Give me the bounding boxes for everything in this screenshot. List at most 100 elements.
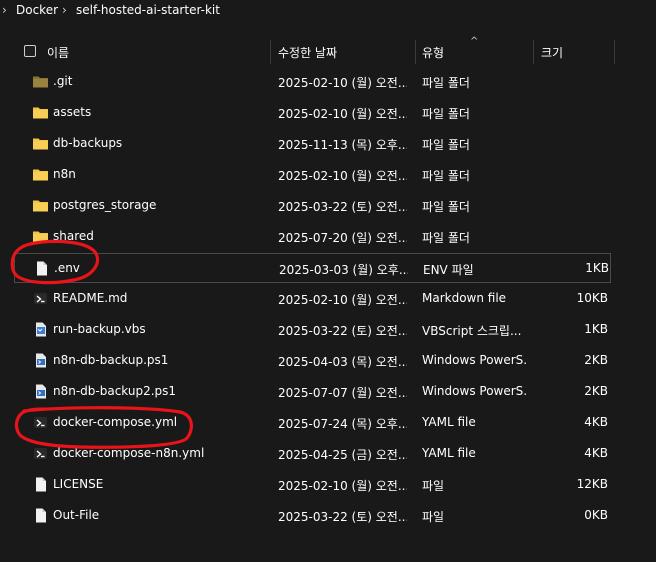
file-size: 0KB (584, 508, 608, 522)
file-name: README.md (53, 291, 128, 305)
file-date: 2025-02-10 (월) 오전... (278, 107, 407, 121)
file-type: YAML file (422, 415, 476, 429)
file-type: 파일 폴더 (422, 169, 470, 183)
file-size: 1KB (585, 261, 609, 275)
file-row[interactable]: run-backup.vbs 2025-03-22 (토) 오전... VBScri… (14, 315, 611, 345)
column-header-date[interactable]: 수정한 날짜 (278, 44, 337, 61)
file-row[interactable]: n8n 2025-02-10 (월) 오전... 파일 폴더 (14, 160, 611, 190)
file-row[interactable]: shared 2025-07-20 (일) 오전... 파일 폴더 (14, 222, 611, 252)
file-name: n8n (53, 167, 76, 181)
file-type: YAML file (422, 446, 476, 460)
file-type: 파일 폴더 (422, 200, 470, 214)
column-header: 이름 수정한 날짜 유형 ^ 크기 (0, 36, 656, 66)
folder-icon (32, 198, 49, 213)
file-type: Windows PowerS... (422, 353, 526, 367)
column-divider[interactable] (533, 40, 534, 64)
column-header-name[interactable]: 이름 (47, 44, 69, 61)
file-row[interactable]: postgres_storage 2025-03-22 (토) 오전... 파일 폴… (14, 191, 611, 221)
folder-icon (32, 229, 49, 244)
vbscript-file-icon (32, 322, 49, 337)
file-size: 2KB (584, 384, 608, 398)
file-row[interactable]: docker-compose.yml 2025-07-24 (목) 오후... YA… (14, 408, 611, 438)
folder-icon (32, 136, 49, 151)
markdown-file-icon (32, 291, 49, 306)
chevron-right-icon[interactable]: › (2, 3, 7, 17)
file-name: shared (53, 229, 94, 243)
file-date: 2025-07-07 (월) 오전... (278, 386, 407, 400)
file-date: 2025-04-03 (목) 오전... (278, 355, 407, 369)
file-name: .git (53, 74, 73, 88)
folder-dim-icon (32, 74, 49, 89)
file-type: VBScript 스크립... (422, 324, 522, 338)
file-row[interactable]: assets 2025-02-10 (월) 오전... 파일 폴더 (14, 98, 611, 128)
file-name: n8n-db-backup2.ps1 (53, 384, 177, 398)
file-row[interactable]: Out-File 2025-03-22 (토) 오전... 파일 0KB (14, 501, 611, 531)
folder-icon (32, 105, 49, 120)
sort-ascending-icon: ^ (470, 36, 479, 47)
file-date: 2025-02-10 (월) 오전... (278, 479, 407, 493)
yaml-file-icon (32, 415, 49, 430)
file-name: LICENSE (53, 477, 104, 491)
file-name: n8n-db-backup.ps1 (53, 353, 169, 367)
breadcrumb-item-docker[interactable]: Docker (16, 3, 58, 17)
column-header-size[interactable]: 크기 (541, 44, 563, 61)
file-row[interactable]: docker-compose-n8n.yml 2025-04-25 (금) 오전.… (14, 439, 611, 469)
file-date: 2025-03-22 (토) 오전... (278, 324, 407, 338)
file-type: 파일 (422, 479, 445, 493)
file-name: docker-compose.yml (53, 415, 178, 429)
file-date: 2025-07-24 (목) 오후... (278, 417, 407, 431)
file-name: Out-File (53, 508, 100, 522)
file-type: 파일 폴더 (422, 107, 470, 121)
file-icon (32, 508, 49, 523)
folder-icon (32, 167, 49, 182)
file-row[interactable]: n8n-db-backup2.ps1 2025-07-07 (월) 오전... Wi… (14, 377, 611, 407)
file-name: assets (53, 105, 92, 119)
file-type: 파일 폴더 (422, 231, 470, 245)
file-name: db-backups (53, 136, 123, 150)
file-name: postgres_storage (53, 198, 157, 212)
file-size: 2KB (584, 353, 608, 367)
file-name: docker-compose-n8n.yml (53, 446, 205, 460)
file-size: 1KB (584, 322, 608, 336)
yaml-file-icon (32, 446, 49, 461)
file-type: Markdown file (422, 291, 507, 305)
chevron-right-icon[interactable]: › (62, 3, 67, 17)
file-date: 2025-07-20 (일) 오전... (278, 231, 407, 245)
file-date: 2025-03-22 (토) 오전... (278, 510, 407, 524)
powershell-file-icon (32, 353, 49, 368)
file-type: ENV 파일 (423, 263, 474, 277)
breadcrumb-item-current-folder[interactable]: self-hosted-ai-starter-kit (76, 3, 220, 17)
file-icon (32, 477, 49, 492)
file-type: 파일 (422, 510, 445, 524)
column-header-type[interactable]: 유형 (422, 44, 444, 61)
file-row[interactable]: LICENSE 2025-02-10 (월) 오전... 파일 12KB (14, 470, 611, 500)
file-type: Windows PowerS... (422, 384, 526, 398)
file-size: 10KB (576, 291, 608, 305)
file-type: 파일 폴더 (422, 138, 470, 152)
file-date: 2025-03-03 (월) 오후... (279, 263, 408, 277)
file-size: 4KB (584, 415, 608, 429)
file-date: 2025-02-10 (월) 오전... (278, 169, 407, 183)
select-all-checkbox[interactable] (24, 45, 36, 57)
file-row[interactable]: db-backups 2025-11-13 (목) 오후... 파일 폴더 (14, 129, 611, 159)
file-type: 파일 폴더 (422, 76, 470, 90)
file-size: 12KB (576, 477, 608, 491)
file-row[interactable]: .git 2025-02-10 (월) 오전... 파일 폴더 (14, 67, 611, 97)
file-name: run-backup.vbs (53, 322, 146, 336)
powershell-file-icon (32, 384, 49, 399)
file-size: 4KB (584, 446, 608, 460)
column-divider[interactable] (415, 40, 416, 64)
file-row[interactable]: n8n-db-backup.ps1 2025-04-03 (목) 오전... Win… (14, 346, 611, 376)
file-date: 2025-03-22 (토) 오전... (278, 200, 407, 214)
breadcrumb: › Docker › self-hosted-ai-starter-kit (0, 0, 656, 24)
file-name: .env (54, 261, 80, 275)
file-date: 2025-02-10 (월) 오전... (278, 76, 407, 90)
file-icon (33, 261, 50, 276)
column-divider[interactable] (614, 40, 615, 64)
file-row[interactable]: README.md 2025-02-10 (월) 오전... Markdown fi… (14, 284, 611, 314)
file-date: 2025-04-25 (금) 오전... (278, 448, 407, 462)
column-divider[interactable] (270, 40, 271, 64)
file-date: 2025-11-13 (목) 오후... (278, 138, 407, 152)
file-row[interactable]: .env 2025-03-03 (월) 오후... ENV 파일 1KB (14, 253, 611, 283)
file-date: 2025-02-10 (월) 오전... (278, 293, 407, 307)
